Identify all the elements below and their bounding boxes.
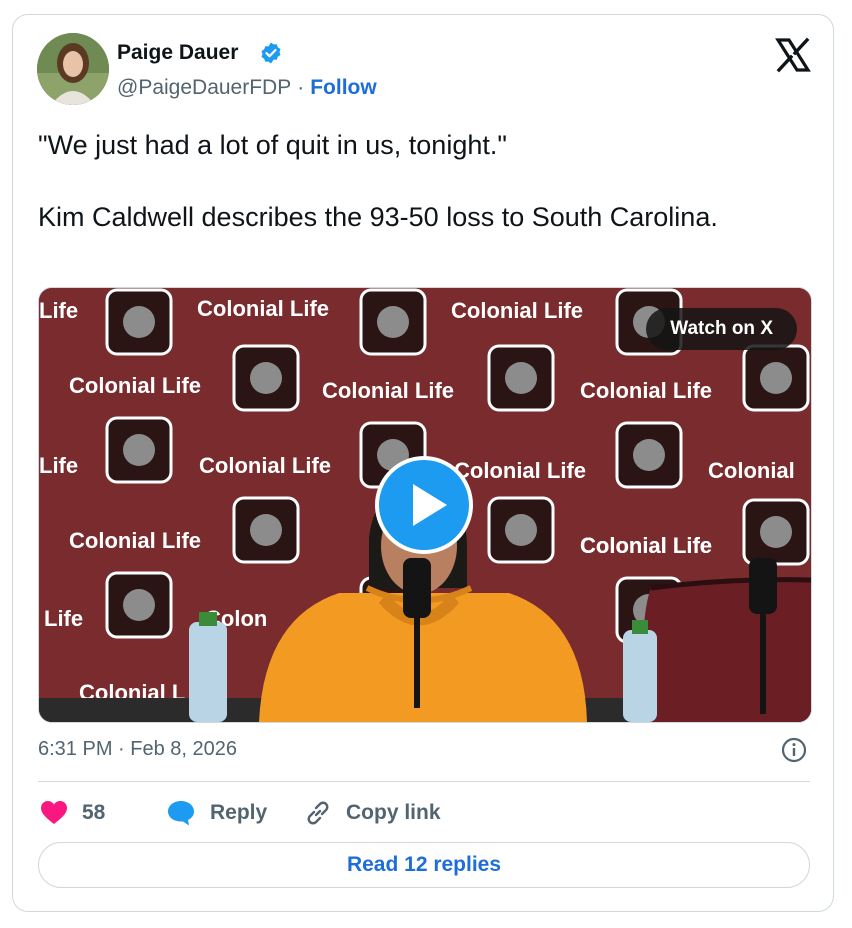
heart-icon <box>41 801 67 824</box>
timestamp[interactable]: 6:31 PM · Feb 8, 2026 <box>38 738 237 761</box>
copy-link-button[interactable]: Copy link <box>304 795 441 831</box>
backdrop-sponsor-text: Colonial Life <box>69 373 201 398</box>
watch-on-x-button[interactable]: Watch on X <box>646 308 797 350</box>
divider <box>38 781 810 782</box>
backdrop-sponsor-text: Colonial Life <box>454 458 586 483</box>
separator: · <box>297 76 305 99</box>
reply-bubble-icon <box>168 801 194 826</box>
read-replies-button[interactable]: Read 12 replies <box>38 842 810 888</box>
backdrop-sponsor-text: Colonial Life <box>69 528 201 553</box>
backdrop-sponsor-text: Colonial Life <box>197 296 329 321</box>
backdrop-sponsor-text: Life <box>39 453 78 478</box>
play-icon <box>413 484 447 526</box>
backdrop-sponsor-text: Life <box>39 298 78 323</box>
like-button[interactable]: 58 <box>40 795 105 831</box>
video-player[interactable]: Colonial Life Colonial Life Colonial Life C… <box>38 287 812 723</box>
backdrop-sponsor-text: Colonial Life <box>322 378 454 403</box>
backdrop-sponsor-text: Colonial Life <box>580 378 712 403</box>
avatar[interactable] <box>37 33 109 105</box>
action-bar: 58 Reply Copy link <box>38 795 810 831</box>
backdrop-logo-mark <box>250 362 282 394</box>
backdrop-logo-mark <box>123 434 155 466</box>
follow-button[interactable]: Follow <box>310 76 377 99</box>
x-logo-icon[interactable] <box>775 37 811 73</box>
backdrop-sponsor-text: Colonial Life <box>199 453 331 478</box>
backdrop-logo-mark <box>505 362 537 394</box>
backdrop-logo-mark <box>123 306 155 338</box>
link-icon <box>307 801 329 825</box>
tweet-text: "We just had a lot of quit in us, tonigh… <box>38 130 718 232</box>
play-button[interactable] <box>375 456 473 554</box>
backdrop-sponsor-text: Colonial Life <box>580 533 712 558</box>
info-icon[interactable] <box>781 737 807 763</box>
backdrop-logo-mark <box>633 439 665 471</box>
tweet-card: Paige Dauer @PaigeDauerFDP · Follow "We ju… <box>12 14 834 912</box>
backdrop-sponsor-text: Life <box>44 606 83 631</box>
author-name[interactable]: Paige Dauer <box>117 41 238 65</box>
reply-label: Reply <box>210 801 268 824</box>
like-count: 58 <box>82 801 106 824</box>
backdrop-logo-mark <box>377 306 409 338</box>
backdrop-logo-mark <box>505 514 537 546</box>
backdrop-logo-mark <box>250 514 282 546</box>
verified-badge-icon <box>261 42 281 64</box>
backdrop-logo-mark <box>123 589 155 621</box>
backdrop-logo-mark <box>760 516 792 548</box>
author-handle[interactable]: @PaigeDauerFDP <box>117 76 291 99</box>
reply-button[interactable]: Reply <box>166 795 267 831</box>
backdrop-sponsor-text: Colonial <box>708 458 795 483</box>
handle-row: @PaigeDauerFDP · Follow <box>117 76 377 100</box>
backdrop-logo-mark <box>760 362 792 394</box>
backdrop-sponsor-text: Colonial Life <box>451 298 583 323</box>
copy-link-label: Copy link <box>346 801 441 824</box>
